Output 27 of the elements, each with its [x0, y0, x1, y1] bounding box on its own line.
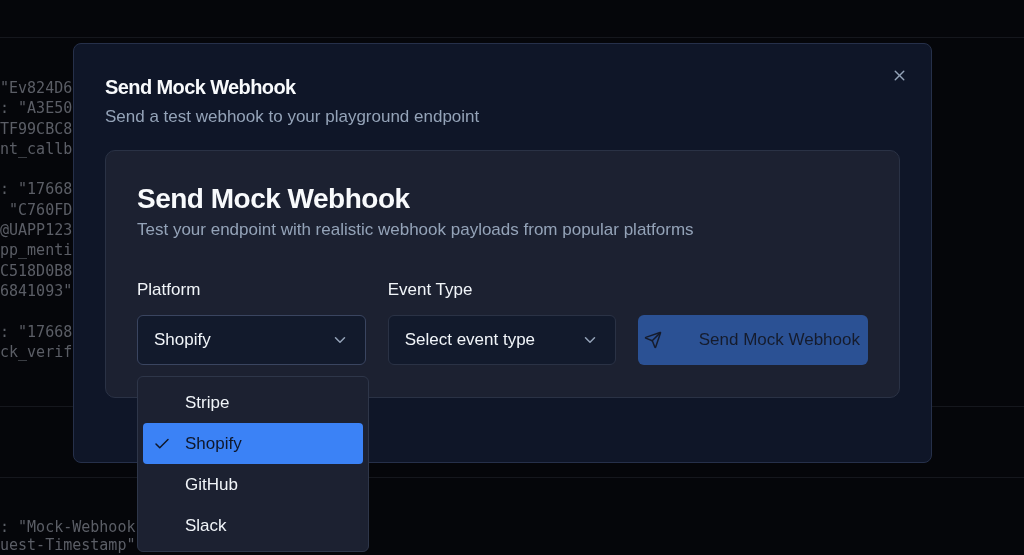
- code-line: : "17668: [0, 179, 73, 200]
- code-line: : "17668: [0, 321, 73, 342]
- code-line: TF99CBC8: [0, 118, 73, 139]
- field-label: Event Type: [387, 279, 474, 301]
- code-line: C518D0B8: [0, 260, 73, 281]
- dropdown-option[interactable]: GitHub: [143, 464, 363, 505]
- dropdown-option[interactable]: Slack: [143, 505, 363, 546]
- field-label: Platform: [137, 279, 202, 301]
- code-line: : "A3E50: [0, 98, 73, 119]
- dropdown-option[interactable]: Stripe: [143, 382, 363, 423]
- code-line: nt_callb: [0, 138, 73, 160]
- code-line: pp_menti: [0, 240, 73, 261]
- code-line: "C760FD: [8, 199, 73, 221]
- select-field[interactable]: Select event type: [387, 315, 617, 365]
- select-field[interactable]: Shopify: [137, 315, 366, 365]
- dropdown-option[interactable]: Shopify: [143, 423, 363, 464]
- dialog-subtitle: Send a test webhook to your playground endpoint: [105, 106, 481, 128]
- code-line: : "Mock-Webhook: [0, 518, 136, 536]
- dialog-title: Send Mock Webhook: [105, 75, 297, 100]
- card-title: Send Mock Webhook: [137, 182, 411, 216]
- code-line: 6841093": [0, 280, 73, 302]
- code-line: @UAPP123: [0, 220, 73, 241]
- code-line: uest-Timestamp": [0, 536, 136, 554]
- code-line: ck_verif: [0, 341, 73, 363]
- card-description: Test your endpoint with realistic webhook payloads from popular platforms: [137, 219, 695, 241]
- send-icon: [644, 331, 663, 349]
- code-line: "Ev824D6: [0, 78, 73, 99]
